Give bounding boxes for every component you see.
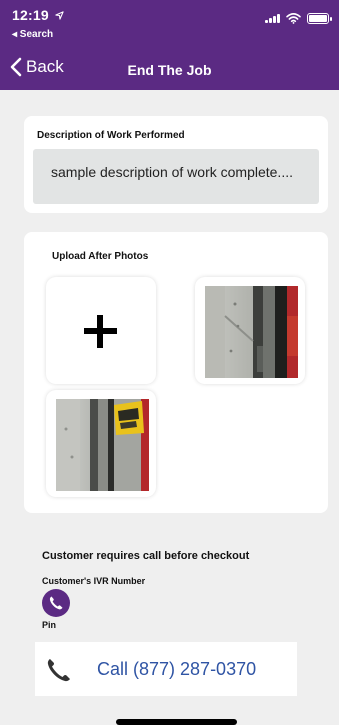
status-back-to-app[interactable]: ◂ Search — [12, 29, 53, 40]
after-photo-1 — [205, 286, 298, 378]
status-time-text: 12:19 — [12, 7, 49, 23]
status-time: 12:19 — [12, 7, 64, 23]
after-photo-2-thumbnail[interactable] — [46, 390, 156, 497]
signal-icon — [265, 13, 280, 23]
phone-icon — [47, 659, 70, 682]
call-requirement-title: Customer requires call before checkout — [42, 550, 250, 562]
after-photo-2 — [56, 399, 149, 491]
battery-icon — [307, 12, 332, 24]
upload-photos-card: Upload After Photos — [24, 232, 328, 513]
status-icons — [265, 11, 332, 25]
back-label: Back — [26, 57, 64, 76]
phone-icon — [49, 596, 63, 610]
call-number-label: Call (877) 287-0370 — [97, 659, 257, 679]
wifi-icon — [286, 12, 301, 24]
pin-phone-button[interactable] — [42, 589, 70, 617]
description-field[interactable]: sample description of work complete.... — [33, 149, 319, 204]
location-arrow-icon — [55, 11, 64, 20]
after-photo-1-thumbnail[interactable] — [195, 277, 305, 384]
call-customer-button[interactable]: Call (877) 287-0370 — [35, 642, 297, 696]
description-label: Description of Work Performed — [37, 130, 185, 141]
back-button[interactable]: Back — [10, 57, 64, 77]
top-bar: 12:19 ◂ Search Back End The Job — [0, 0, 339, 90]
pin-label: Pin — [42, 620, 57, 630]
upload-label: Upload After Photos — [52, 251, 149, 262]
chevron-left-icon — [10, 57, 22, 77]
add-photo-button[interactable] — [46, 277, 156, 384]
description-card: Description of Work Performed sample des… — [24, 116, 328, 213]
home-indicator — [116, 719, 237, 725]
ivr-number-label: Customer's IVR Number — [42, 576, 146, 586]
